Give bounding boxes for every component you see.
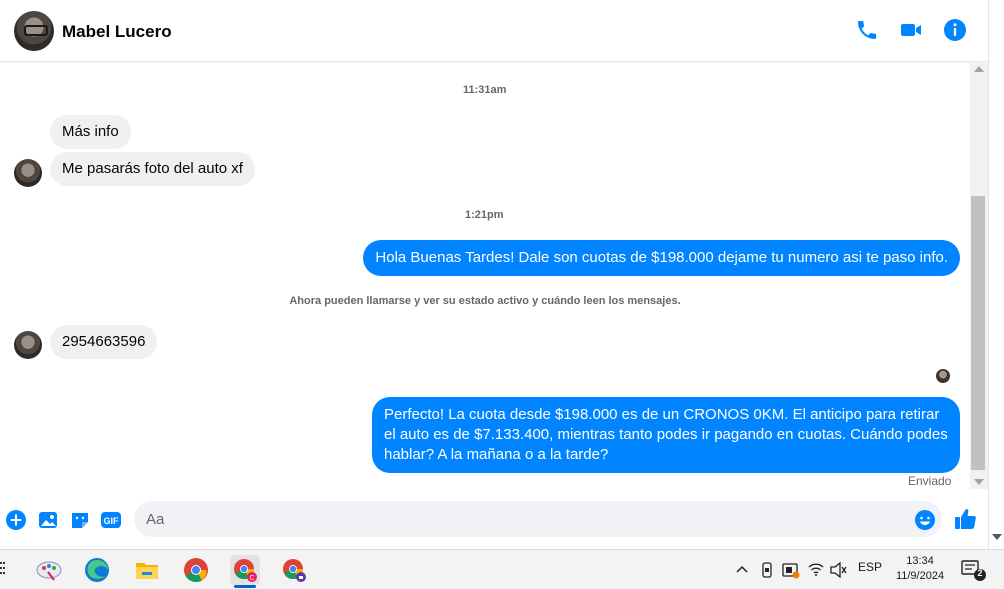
phone-icon[interactable]: [855, 18, 879, 42]
incoming-message[interactable]: Me pasarás foto del auto xf: [50, 152, 255, 186]
gif-label: GIF: [104, 516, 120, 526]
chat-header: Mabel Lucero: [0, 0, 988, 62]
plus-circle-icon[interactable]: [5, 509, 27, 531]
paint-app-icon[interactable]: [34, 555, 64, 585]
timestamp: 1:21pm: [465, 209, 504, 221]
chat-scrollbar[interactable]: [970, 63, 988, 489]
gif-icon[interactable]: GIF: [100, 509, 122, 531]
wifi-icon[interactable]: [807, 561, 825, 577]
clock-time: 13:34: [906, 555, 934, 567]
info-icon[interactable]: [943, 18, 967, 42]
scroll-up-arrow-icon[interactable]: [974, 66, 984, 72]
start-grid-icon[interactable]: [0, 561, 6, 577]
language-indicator[interactable]: ESP: [858, 560, 882, 574]
outgoing-message[interactable]: Hola Buenas Tardes! Dale son cuotas de $…: [363, 240, 960, 276]
contact-avatar-small[interactable]: [14, 159, 42, 187]
thumbs-up-icon[interactable]: [953, 507, 977, 531]
file-explorer-icon[interactable]: [132, 555, 162, 585]
usb-device-icon[interactable]: [760, 562, 774, 578]
messenger-window: Mabel Lucero 11:31am Más info Me pasarás…: [0, 0, 1004, 589]
message-thread[interactable]: 11:31am Más info Me pasarás foto del aut…: [0, 63, 970, 495]
window-edge-scrollbar: [988, 0, 1004, 549]
incoming-message[interactable]: 2954663596: [50, 325, 158, 359]
show-hidden-icons-chevron-icon[interactable]: [736, 564, 748, 574]
message-input[interactable]: [134, 501, 942, 537]
notification-center-button[interactable]: 2: [960, 559, 986, 581]
speaker-muted-icon[interactable]: [829, 562, 847, 578]
edge-browser-icon[interactable]: [82, 555, 112, 585]
message-status: Enviado: [908, 474, 952, 488]
scroll-thumb[interactable]: [971, 196, 985, 470]
emoji-icon[interactable]: [914, 509, 936, 531]
timestamp: 11:31am: [463, 84, 507, 96]
scroll-down-arrow-icon[interactable]: [974, 479, 984, 485]
message-composer: GIF: [0, 495, 988, 549]
contact-avatar-small[interactable]: [14, 331, 42, 359]
svg-text:C: C: [249, 575, 254, 582]
video-camera-icon[interactable]: [899, 18, 923, 42]
system-note: Ahora pueden llamarse y ver su estado ac…: [289, 295, 681, 307]
contact-avatar[interactable]: [14, 11, 54, 51]
clock-date: 11/9/2024: [895, 570, 945, 582]
incoming-message[interactable]: Más info: [50, 115, 131, 149]
sticker-icon[interactable]: [69, 509, 91, 531]
notification-count: 2: [977, 568, 983, 578]
scroll-down-arrow-icon[interactable]: [992, 534, 1002, 540]
battery-warning-icon[interactable]: [782, 561, 800, 579]
chrome-profile-locked-icon[interactable]: [279, 555, 309, 585]
image-icon[interactable]: [37, 509, 59, 531]
chrome-browser-icon[interactable]: [181, 555, 211, 585]
contact-name[interactable]: Mabel Lucero: [62, 22, 172, 42]
read-receipt-avatar: [936, 369, 950, 383]
chrome-profile-c-icon[interactable]: C: [230, 555, 260, 588]
outgoing-message[interactable]: Perfecto! La cuota desde $198.000 es de …: [372, 397, 960, 473]
active-app-indicator: [234, 585, 256, 588]
taskbar-clock[interactable]: 13:34 11/9/2024: [891, 554, 949, 584]
windows-taskbar: C ESP 13:34 11/9/2024 2: [0, 549, 1004, 589]
